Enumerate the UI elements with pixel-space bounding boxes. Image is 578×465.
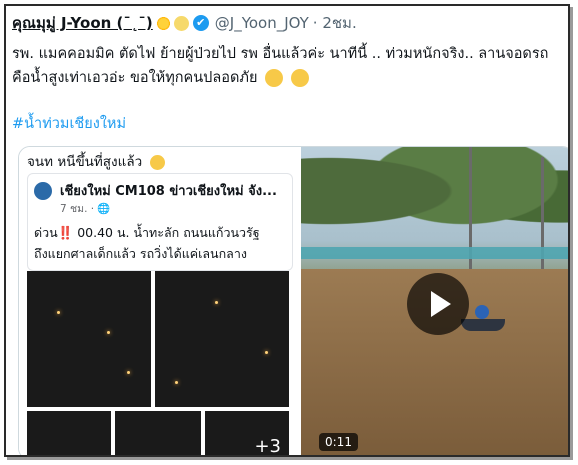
card-meta-text: 7 ชม. · [60, 203, 98, 215]
page-logo-icon [34, 182, 52, 200]
person-in-boat [475, 305, 489, 319]
tweet-frame: คุณมุมู่ J-Yoon (¯˛¯) ✔ @J_Yoon_JOY · 2ช… [4, 4, 570, 457]
post-time[interactable]: · 2ชม. [313, 11, 357, 35]
night-photo-2 [155, 271, 289, 407]
image-caption: จนท หนีขึ้นที่สูงแล้ว [27, 150, 165, 172]
night-photo-4 [115, 411, 201, 455]
card-text-line-1: ด่วน‼️ 00.40 น. น้ำทะลัก ถนนแก้วนวรัฐ [34, 225, 260, 240]
flood-video[interactable]: 0:11 [301, 147, 568, 455]
moon-emoji-icon [173, 15, 189, 31]
play-button[interactable] [407, 273, 469, 335]
media-container[interactable]: จนท หนีขึ้นที่สูงแล้ว เชียงใหม่ CM108 ข่… [18, 146, 568, 457]
card-meta: 7 ชม. · 🌐 [60, 200, 111, 217]
tweet-text-line-1: รพ. แมคคอมมิค ตัดไฟ ย้ายผู้ป่วยไป รพ อื่… [12, 46, 549, 62]
tweet-text: รพ. แมคคอมมิค ตัดไฟ ย้ายผู้ป่วยไป รพ อื่… [12, 42, 564, 90]
night-photo-1 [27, 271, 151, 407]
shocked-face-emoji-icon [149, 154, 165, 170]
teary-face-emoji-icon [290, 69, 309, 87]
card-text: ด่วน‼️ 00.40 น. น้ำทะลัก ถนนแก้วนวรัฐ ถึ… [34, 222, 260, 264]
hashtag-link[interactable]: #น้ำท่วมเชียงใหม่ [12, 112, 126, 135]
verified-badge-icon: ✔ [192, 15, 209, 31]
night-photo-5: +3 [205, 411, 289, 457]
sun-emoji-icon [155, 15, 171, 31]
blue-railing [301, 247, 568, 259]
night-photo-3 [27, 411, 111, 455]
tweet-header: คุณมุมู่ J-Yoon (¯˛¯) ✔ @J_Yoon_JOY · 2ช… [12, 12, 357, 34]
card-text-line-2: ถึงแยกศาลเด็กแล้ว รถวิ่งได้แค่เลนกลาง [34, 246, 247, 261]
globe-icon: 🌐 [97, 203, 111, 215]
play-icon [431, 291, 451, 317]
utility-pole [541, 157, 544, 277]
boat [461, 319, 505, 331]
video-duration: 0:11 [319, 433, 358, 451]
card-title: เชียงใหม่ CM108 ข่าวเชียงใหม่ จัง... [60, 184, 277, 199]
tweet-text-line-2: คือน้ำสูงเท่าเอวอ่ะ ขอให้ทุกคนปลอดภัย [12, 66, 564, 90]
more-photos-count: +3 [254, 436, 281, 457]
facebook-post-card: เชียงใหม่ CM108 ข่าวเชียงใหม่ จัง... 7 ช… [27, 173, 293, 271]
trees-background [301, 147, 568, 257]
user-handle[interactable]: @J_Yoon_JOY [215, 14, 309, 32]
display-name[interactable]: คุณมุมู่ J-Yoon (¯˛¯) [12, 11, 153, 35]
tweet-text-line-2-content: คือน้ำสูงเท่าเอวอ่ะ ขอให้ทุกคนปลอดภัย [12, 70, 258, 86]
screenshot-image[interactable]: จนท หนีขึ้นที่สูงแล้ว เชียงใหม่ CM108 ข่… [19, 147, 297, 457]
image-caption-text: จนท หนีขึ้นที่สูงแล้ว [27, 154, 143, 170]
smile-emoji-icon [265, 69, 284, 87]
